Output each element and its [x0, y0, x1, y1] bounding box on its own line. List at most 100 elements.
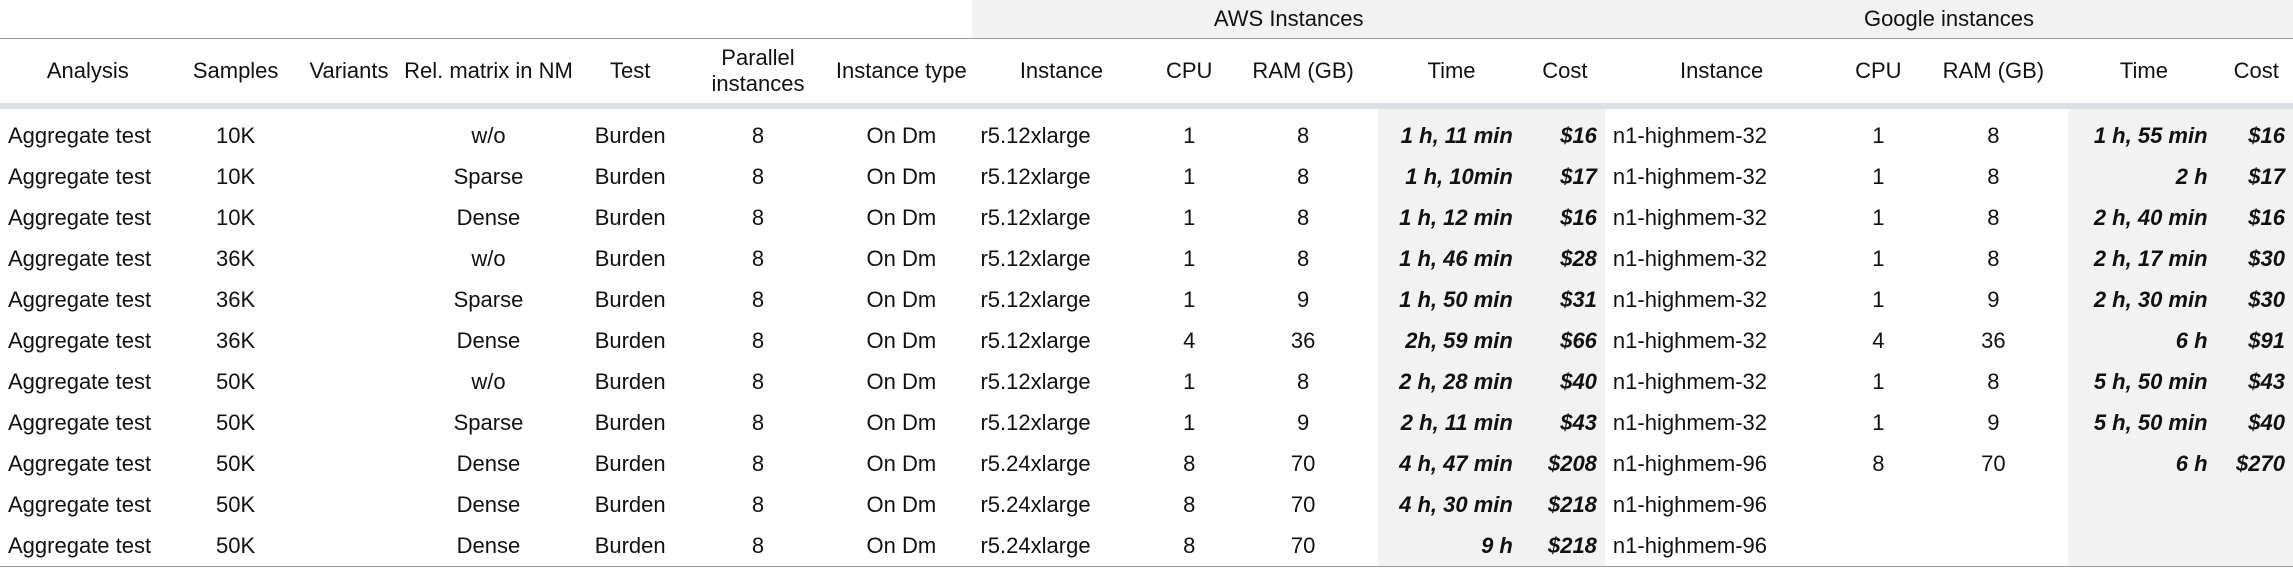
- cell-aws-cpu: 1: [1183, 286, 1196, 312]
- cell-google-cost: [2219, 484, 2293, 525]
- cell-test: Burden: [594, 286, 666, 312]
- cell-google-cpu: 1: [1872, 245, 1885, 271]
- cell-analysis: Aggregate test: [0, 525, 176, 567]
- cell-analysis: Aggregate test: [8, 327, 152, 353]
- col-aws-ram: RAM (GB): [1228, 38, 1379, 109]
- cell-instance-type: On Dm: [866, 204, 937, 230]
- cell-aws-instance: r5.12xlarge: [980, 368, 1091, 394]
- cell-google-cpu: 1: [1872, 368, 1885, 394]
- cell-parallel-instances: 8: [751, 491, 765, 517]
- cell-aws-time: 1 h, 10min: [1378, 156, 1525, 197]
- cell-google-cpu: [1838, 525, 1919, 567]
- cell-rel-matrix: Dense: [402, 525, 575, 567]
- cell-samples: 10K: [216, 163, 256, 189]
- col-aws-instance: Instance: [972, 38, 1151, 109]
- cell-aws-instance: r5.12xlarge: [980, 122, 1091, 148]
- table-row: Aggregate test 50K Dense Burden 8 On Dm r5.24x…: [0, 443, 2293, 484]
- cell-variants: [296, 320, 403, 361]
- cell-aws-cost: $16: [1524, 106, 1605, 156]
- cell-aws-time: 1 h, 46 min: [1378, 238, 1525, 279]
- cell-aws-ram: 8: [1297, 245, 1310, 271]
- cell-test: Burden: [594, 491, 666, 517]
- table-row: Aggregate test 36K w/o Burden 8 On Dm r5.12xla…: [0, 238, 2293, 279]
- cell-rel-matrix: w/o: [471, 368, 506, 394]
- cell-aws-ram: 9: [1297, 409, 1310, 435]
- cell-google-cost: $16: [2219, 197, 2293, 238]
- cell-google-time: [2068, 484, 2220, 525]
- cell-analysis: Aggregate test: [8, 204, 152, 230]
- cell-google-cpu: 1: [1872, 122, 1885, 148]
- cell-google-cost: $40: [2219, 402, 2293, 443]
- cell-rel-matrix: Dense: [456, 491, 521, 517]
- cell-rel-matrix: w/o: [471, 245, 506, 271]
- cell-google-cpu: 1: [1872, 204, 1885, 230]
- cell-google-time: 1 h, 55 min: [2068, 106, 2220, 156]
- cell-aws-ram: 36: [1290, 327, 1316, 353]
- cell-aws-ram: 8: [1297, 163, 1310, 189]
- cell-google-cost: $30: [2219, 238, 2293, 279]
- cell-variants: [296, 402, 403, 443]
- table-row: Aggregate test 50K Dense Burden 8 On Dm r5.24x…: [0, 484, 2293, 525]
- cell-parallel-instances: 8: [751, 204, 765, 230]
- cell-aws-cpu: 1: [1183, 409, 1196, 435]
- cell-parallel-instances: 8: [751, 368, 765, 394]
- cell-google-time: 6 h: [2068, 320, 2220, 361]
- cell-variants: [296, 156, 403, 197]
- cell-aws-instance: r5.12xlarge: [980, 163, 1091, 189]
- cell-test: Burden: [594, 409, 666, 435]
- col-aws-cost: Cost: [1524, 38, 1605, 109]
- col-rel-matrix: Rel. matrix in NM: [402, 38, 575, 109]
- cell-google-cpu: 1: [1872, 286, 1885, 312]
- cell-aws-cpu: 1: [1183, 204, 1196, 230]
- cell-aws-cpu: 1: [1183, 368, 1196, 394]
- cell-aws-cpu: 1: [1183, 163, 1196, 189]
- cell-rel-matrix: Sparse: [453, 163, 524, 189]
- cell-aws-time: 1 h, 12 min: [1378, 197, 1525, 238]
- cell-aws-time: 2h, 59 min: [1378, 320, 1525, 361]
- cell-google-cpu: 4: [1872, 327, 1885, 353]
- col-google-time: Time: [2068, 38, 2220, 109]
- cell-aws-cpu: 1: [1183, 122, 1196, 148]
- col-google-cpu: CPU: [1838, 38, 1919, 109]
- cell-google-ram: 8: [1987, 122, 2000, 148]
- cell-google-time: 6 h: [2068, 443, 2220, 484]
- cell-google-cost: $43: [2219, 361, 2293, 402]
- table-body: Aggregate test 10K w/o Burden 8 On Dm r5.12xla…: [0, 106, 2293, 567]
- cell-google-instance: n1-highmem-32: [1612, 163, 1767, 189]
- cell-aws-cost: $218: [1524, 525, 1605, 567]
- cell-parallel-instances: 8: [751, 245, 765, 271]
- cell-google-ram: 9: [1987, 286, 2000, 312]
- cell-google-instance: n1-highmem-32: [1612, 327, 1767, 353]
- cell-google-ram: 70: [1981, 450, 2006, 476]
- cell-instance-type: On Dm: [866, 491, 937, 517]
- cell-google-time: 2 h, 40 min: [2068, 197, 2220, 238]
- cell-rel-matrix: Sparse: [453, 409, 524, 435]
- cell-google-instance: n1-highmem-32: [1612, 245, 1767, 271]
- cell-google-cost: [2219, 525, 2293, 567]
- cell-google-instance: n1-highmem-32: [1612, 368, 1767, 394]
- cell-analysis: Aggregate test: [8, 286, 152, 312]
- col-aws-time: Time: [1378, 38, 1525, 109]
- cell-google-cost: $91: [2219, 320, 2293, 361]
- cell-analysis: Aggregate test: [8, 163, 152, 189]
- cell-test: Burden: [594, 163, 666, 189]
- cell-analysis: Aggregate test: [8, 491, 152, 517]
- cell-aws-instance: r5.12xlarge: [980, 286, 1091, 312]
- cell-parallel-instances: 8: [751, 286, 765, 312]
- cell-test: Burden: [594, 245, 666, 271]
- cell-google-instance: n1-highmem-96: [1612, 450, 1767, 476]
- cell-aws-cpu: 8: [1183, 491, 1196, 517]
- cell-google-ram: 36: [1981, 327, 2006, 353]
- cell-google-instance: n1-highmem-32: [1612, 204, 1767, 230]
- cell-google-ram: 9: [1987, 409, 2000, 435]
- cell-aws-time: 2 h, 28 min: [1378, 361, 1525, 402]
- cell-google-cpu: 1: [1872, 409, 1885, 435]
- column-header-row: Analysis Samples Variants Rel. matrix in…: [0, 38, 2293, 109]
- group-header-row: AWS Instances Google instances: [0, 0, 2293, 39]
- cell-instance-type: On Dm: [866, 450, 937, 476]
- cell-test: Burden: [594, 122, 666, 148]
- cell-parallel-instances: 8: [685, 525, 831, 567]
- cell-instance-type: On Dm: [866, 368, 937, 394]
- table-row: Aggregate test 36K Sparse Burden 8 On Dm r5.12…: [0, 279, 2293, 320]
- cell-google-ram: 8: [1987, 163, 2000, 189]
